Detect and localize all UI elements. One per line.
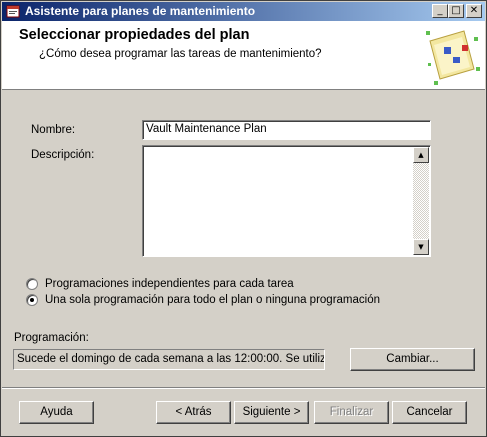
back-button[interactable]: < Atrás xyxy=(156,401,231,424)
radio-separate-schedules-label[interactable]: Programaciones independientes para cada … xyxy=(45,278,294,290)
help-button[interactable]: Ayuda xyxy=(19,401,94,424)
description-textarea[interactable]: ▲ ▼ xyxy=(142,145,431,257)
title-bar[interactable]: Asistente para planes de mantenimiento _… xyxy=(2,2,485,21)
window-title: Asistente para planes de mantenimiento xyxy=(25,4,256,18)
finish-button[interactable]: Finalizar xyxy=(314,401,389,424)
page-subtitle: ¿Cómo desea programar las tareas de mant… xyxy=(39,48,322,60)
radio-separate-schedules[interactable] xyxy=(26,278,38,290)
wizard-header: Seleccionar propiedades del plan ¿Cómo d… xyxy=(2,21,485,90)
next-button[interactable]: Siguiente > xyxy=(234,401,309,424)
change-schedule-button[interactable]: Cambiar... xyxy=(350,348,475,371)
page-title: Seleccionar propiedades del plan xyxy=(19,27,250,43)
schedule-label: Programación: xyxy=(14,332,89,344)
scroll-up-arrow-icon[interactable]: ▲ xyxy=(413,147,429,163)
schedule-description-field: Sucede el domingo de cada semana a las 1… xyxy=(13,349,325,370)
wizard-app-icon xyxy=(6,5,20,18)
footer-separator xyxy=(2,387,485,389)
description-scrollbar[interactable]: ▲ ▼ xyxy=(413,147,429,255)
minimize-button[interactable]: _ xyxy=(432,4,448,18)
maximize-button[interactable]: □ xyxy=(448,4,464,18)
maintenance-plan-illustration-icon xyxy=(426,30,480,85)
close-button[interactable]: ✕ xyxy=(466,4,482,18)
wizard-window: Asistente para planes de mantenimiento _… xyxy=(0,0,487,437)
radio-single-schedule[interactable] xyxy=(26,294,38,306)
name-label: Nombre: xyxy=(31,124,76,136)
radio-single-schedule-label[interactable]: Una sola programación para todo el plan … xyxy=(45,294,380,306)
description-label: Descripción: xyxy=(31,149,95,161)
scroll-down-arrow-icon[interactable]: ▼ xyxy=(413,239,429,255)
cancel-button[interactable]: Cancelar xyxy=(392,401,467,424)
name-input[interactable]: Vault Maintenance Plan xyxy=(142,120,431,140)
